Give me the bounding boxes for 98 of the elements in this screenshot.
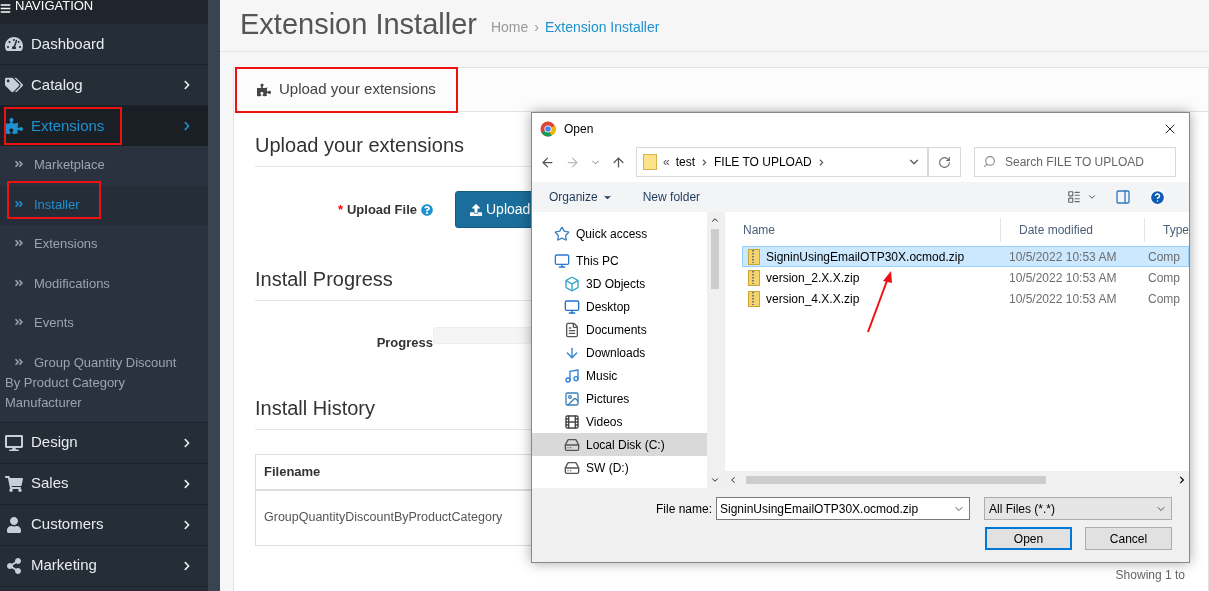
chevron-icon <box>701 158 709 166</box>
double-chevron-icon <box>14 277 24 288</box>
view-options-icon[interactable] <box>1067 190 1081 204</box>
navigation-heading: NAVIGATION <box>15 0 94 15</box>
file-type-select[interactable]: All Files (*.*) <box>984 497 1172 520</box>
document-icon <box>564 321 580 338</box>
panel-heading-text: Upload your extensions <box>279 79 436 100</box>
zip-file-icon <box>748 248 760 265</box>
tree-item[interactable]: Music <box>532 364 707 387</box>
gauge-icon <box>5 36 23 52</box>
scroll-down-icon[interactable] <box>710 475 721 485</box>
address-bar[interactable]: « test FILE TO UPLOAD <box>636 147 928 177</box>
nav-item[interactable]: Extensions <box>0 106 208 146</box>
search-icon <box>983 155 996 168</box>
file-name: version_2.X.X.zip <box>766 269 860 287</box>
monitor-icon <box>5 434 23 451</box>
nav-item[interactable]: Sales <box>0 463 208 504</box>
submenu-item[interactable]: Events <box>0 304 208 344</box>
double-chevron-icon <box>14 238 24 248</box>
star-icon <box>554 225 570 242</box>
cart-icon <box>5 475 23 492</box>
double-chevron-icon <box>14 159 24 169</box>
film-icon <box>564 413 580 430</box>
upload-icon <box>470 203 482 216</box>
field-label: Progress <box>376 334 433 352</box>
file-row[interactable]: SigninUsingEmailOTP30X.ocmod.zip 10/5/2022 10:53 AM Comp <box>742 246 1189 267</box>
nav-item[interactable]: Marketing <box>0 545 208 586</box>
zip-file-icon <box>748 290 760 307</box>
field-label: Upload File <box>346 200 417 219</box>
monitor-icon <box>564 298 580 315</box>
file-type: Comp <box>1148 269 1180 287</box>
refresh-icon <box>938 155 951 169</box>
up-icon[interactable] <box>611 154 626 170</box>
column-header[interactable]: Name <box>725 218 1001 242</box>
puzzle-icon <box>257 82 271 97</box>
tree-item[interactable]: Local Disk (C:) <box>532 433 707 456</box>
folder-icon <box>643 154 657 170</box>
nav-item[interactable]: Dashboard <box>0 24 208 64</box>
file-date: 10/5/2022 10:53 AM <box>1009 269 1118 287</box>
file-name-label: File name: <box>655 500 712 518</box>
browser-logo-icon <box>540 120 556 137</box>
dialog-button[interactable]: Open <box>985 527 1072 550</box>
submenu-item[interactable]: Group Quantity Discount By Product Category Manufacturer <box>0 343 208 422</box>
nav-item[interactable]: Catalog <box>0 65 208 105</box>
nav-item[interactable]: Design <box>0 422 208 463</box>
tree-item[interactable]: SW (D:) <box>532 456 707 479</box>
chevron-icon <box>817 158 825 166</box>
submenu-item[interactable]: Marketplace <box>0 146 208 186</box>
organize-button[interactable]: Organize <box>549 188 613 206</box>
double-chevron-icon <box>14 356 24 367</box>
scroll-up-icon[interactable] <box>710 215 721 225</box>
column-header[interactable]: Type <box>1145 218 1189 242</box>
drive-icon <box>564 436 580 453</box>
page-title: Extension Installer <box>240 8 477 40</box>
help-icon[interactable] <box>1149 188 1166 206</box>
puzzle-icon <box>5 118 23 134</box>
dialog-button[interactable]: Cancel <box>1085 527 1172 550</box>
tree-item[interactable]: Downloads <box>532 341 707 364</box>
picture-icon <box>564 390 580 407</box>
double-chevron-icon <box>14 198 24 209</box>
nav-item[interactable]: Customers <box>0 504 208 545</box>
scroll-left-icon[interactable] <box>728 474 738 485</box>
pagination-text: Showing 1 to <box>1115 566 1185 584</box>
file-type: Comp <box>1148 248 1180 266</box>
tags-icon <box>5 77 23 93</box>
scroll-thumb[interactable] <box>746 475 1046 484</box>
scroll-right-icon[interactable] <box>1178 475 1186 484</box>
file-row[interactable]: version_2.X.X.zip 10/5/2022 10:53 AM Comp <box>742 267 1189 288</box>
column-header: Filename <box>264 462 321 481</box>
menu-icon[interactable] <box>0 3 11 14</box>
file-name-field[interactable]: SigninUsingEmailOTP30X.ocmod.zip <box>716 497 970 520</box>
double-chevron-icon <box>14 317 24 327</box>
submenu-item[interactable]: Extensions <box>0 225 208 265</box>
back-icon[interactable] <box>540 154 555 170</box>
file-name: SigninUsingEmailOTP30X.ocmod.zip <box>766 248 965 266</box>
scroll-thumb[interactable] <box>711 229 720 289</box>
share-icon <box>5 557 23 574</box>
monitor-icon <box>554 252 570 269</box>
column-header[interactable]: Date modified <box>1001 218 1145 242</box>
refresh-button[interactable] <box>928 147 961 177</box>
table-cell-text: GroupQuantityDiscountByProductCategory <box>264 509 503 527</box>
tree-item[interactable]: Videos <box>532 410 707 433</box>
cube-icon <box>564 275 580 292</box>
required-mark: * <box>337 200 343 219</box>
breadcrumb-separator: › <box>534 18 539 37</box>
submenu-item[interactable]: Modifications <box>0 264 208 304</box>
help-icon <box>421 203 433 216</box>
music-icon <box>564 367 580 384</box>
search-field[interactable]: Search FILE TO UPLOAD <box>974 147 1176 177</box>
caret-icon[interactable] <box>1087 192 1097 202</box>
drive-icon <box>564 459 580 476</box>
new-folder-button[interactable]: New folder <box>642 188 701 206</box>
user-icon <box>5 516 23 533</box>
tree-item[interactable]: 3D Objects <box>532 272 707 295</box>
zip-file-icon <box>748 269 760 286</box>
preview-pane-icon[interactable] <box>1115 189 1131 205</box>
tree-item[interactable]: Documents <box>532 318 707 341</box>
file-date: 10/5/2022 10:53 AM <box>1009 248 1118 266</box>
